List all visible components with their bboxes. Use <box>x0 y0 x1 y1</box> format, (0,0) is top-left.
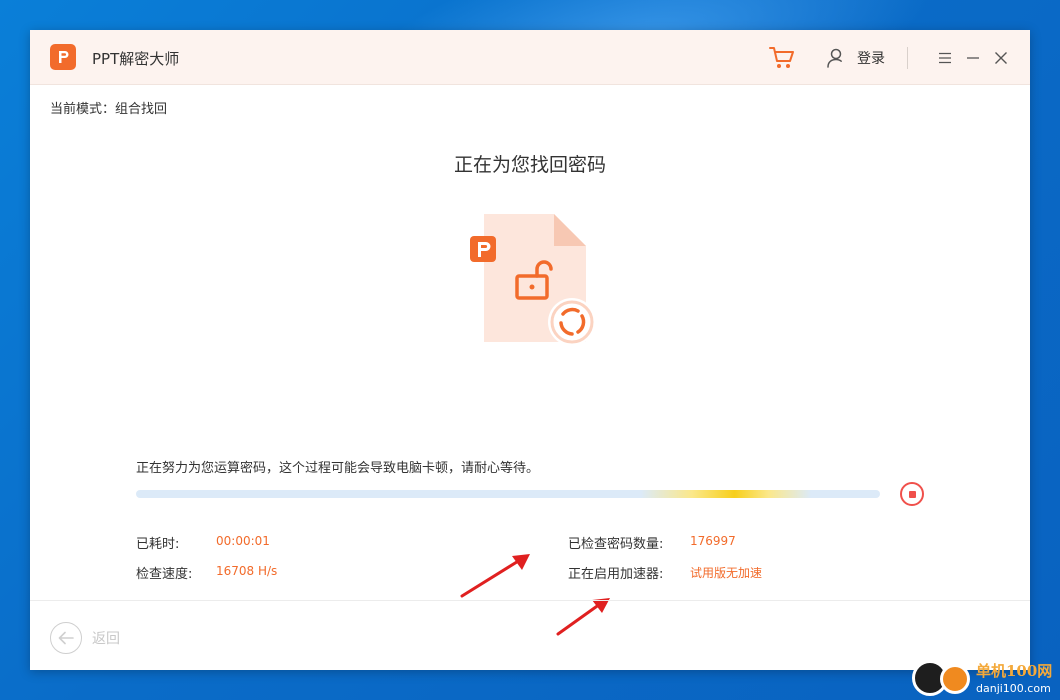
current-mode-label: 当前模式：组合找回 <box>50 102 168 117</box>
accelerator-value: 试用版无加速 <box>690 566 763 580</box>
accelerator-label: 正在启用加速器: <box>568 567 664 582</box>
progress-bar-indicator <box>641 490 811 498</box>
minimize-icon[interactable] <box>964 49 982 67</box>
stop-icon <box>908 490 916 498</box>
menu-icon[interactable] <box>936 49 954 67</box>
checked-count-value: 176997 <box>690 534 736 548</box>
elapsed-label: 已耗时: <box>136 537 180 552</box>
cart-icon[interactable] <box>769 45 795 71</box>
progress-hint: 正在努力为您运算密码，这个过程可能会导致电脑卡顿，请耐心等待。 <box>136 461 540 476</box>
page-title: 正在为您找回密码 <box>453 154 606 176</box>
checked-count-label: 已检查密码数量: <box>568 537 664 552</box>
watermark-site-name: 单机100网 <box>976 662 1053 680</box>
user-icon[interactable] <box>825 47 847 69</box>
app-title: PPT解密大师 <box>92 50 180 68</box>
app-logo-icon <box>50 44 76 70</box>
elapsed-value: 00:00:01 <box>216 534 270 548</box>
watermark-site-url: danji100.com <box>976 682 1051 695</box>
speed-value: 16708 H/s <box>216 564 278 578</box>
annotation-arrow-1 <box>460 554 530 598</box>
back-arrow-icon <box>58 631 74 645</box>
site-watermark: 单机100网 danji100.com <box>908 658 1060 700</box>
title-bar: PPT解密大师 登录 <box>30 30 1030 85</box>
speed-label: 检查速度: <box>136 567 193 582</box>
title-bar-actions: 登录 <box>769 30 1010 85</box>
close-icon[interactable] <box>992 49 1010 67</box>
back-button[interactable] <box>50 622 82 654</box>
back-label[interactable]: 返回 <box>92 628 120 648</box>
stop-button[interactable] <box>900 482 924 506</box>
unlock-file-illustration <box>468 210 598 350</box>
watermark-logo-dot-icon <box>940 664 970 694</box>
footer-divider <box>30 600 1030 601</box>
app-window: PPT解密大师 登录 当前模式：组合找回 正在为您找回密码 正在努力为您运算密码… <box>30 30 1030 670</box>
progress-bar <box>136 490 880 498</box>
login-button[interactable]: 登录 <box>857 48 885 68</box>
title-bar-divider <box>907 46 908 69</box>
